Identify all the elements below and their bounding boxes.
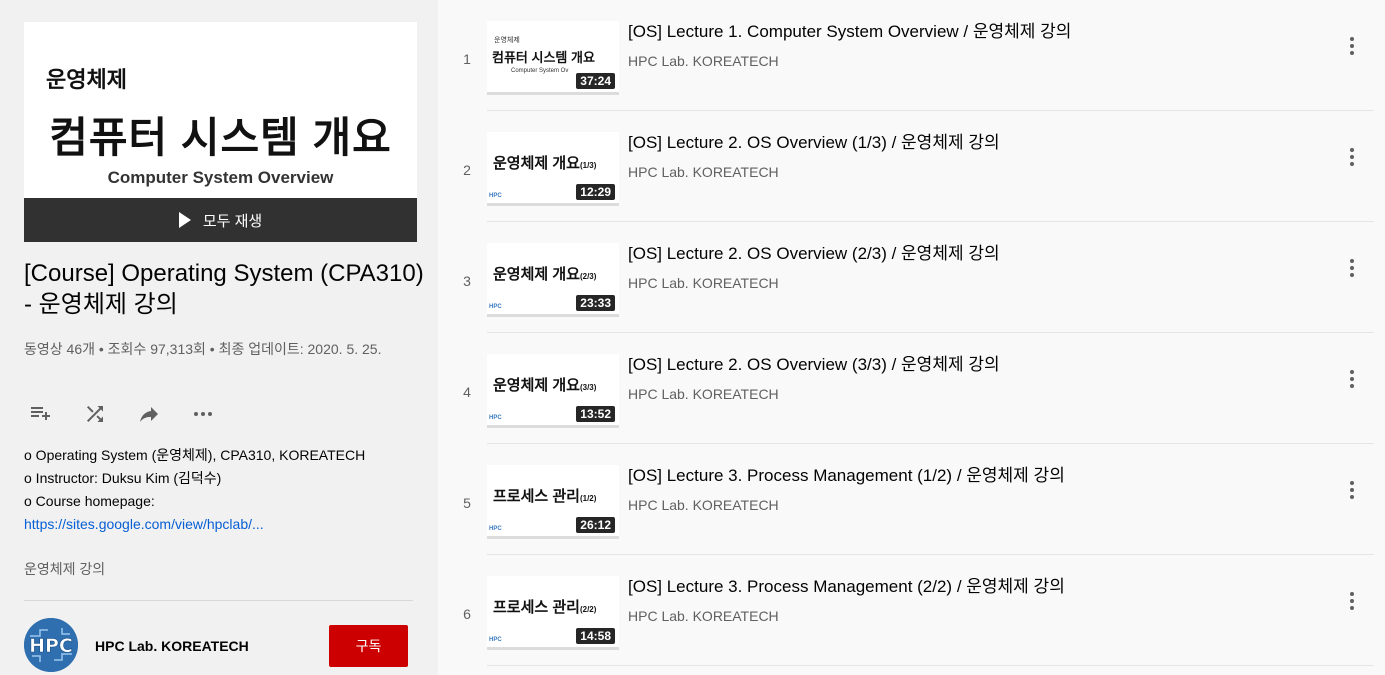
video-title[interactable]: [OS] Lecture 1. Computer System Overview… [628,20,1071,44]
video-index: 2 [463,162,471,178]
description-line: o Course homepage: [24,493,155,509]
video-thumbnail[interactable]: 프로세스 관리(1/2) HPC 26:12 [487,465,619,539]
video-index: 4 [463,384,471,400]
thumb-title-text: 운영체제 개요(1/3) [493,155,597,172]
hpc-logo-icon: HPC [24,618,78,672]
duration-badge: 12:29 [576,184,615,200]
thumb-badge: HPC [489,526,502,532]
duration-badge: 13:52 [576,406,615,422]
video-thumbnail[interactable]: 프로세스 관리(2/2) HPC 14:58 [487,576,619,650]
more-vert-icon[interactable] [1340,256,1364,280]
video-channel[interactable]: HPC Lab. KOREATECH [628,164,779,180]
duration-badge: 26:12 [576,517,615,533]
list-item[interactable]: 1 운영체제 컴퓨터 시스템 개요 Computer System Ov 37:… [449,0,1374,111]
divider [487,665,1374,666]
more-vert-icon[interactable] [1340,145,1364,169]
list-item[interactable]: 6 프로세스 관리(2/2) HPC 14:58 [OS] Lecture 3.… [449,555,1374,666]
thumb-title-text: 프로세스 관리(1/2) [493,488,597,505]
hero-title: 컴퓨터 시스템 개요 [49,114,392,161]
thumb-badge: HPC [489,193,502,199]
add-to-queue-button[interactable] [24,400,58,428]
video-title[interactable]: [OS] Lecture 3. Process Management (1/2)… [628,464,1065,488]
video-channel[interactable]: HPC Lab. KOREATECH [628,497,779,513]
more-horiz-icon [194,412,212,416]
play-all-button[interactable]: 모두 재생 [24,198,417,242]
playlist-stats: 동영상 46개 • 조회수 97,313회 • 최종 업데이트: 2020. 5… [24,341,382,357]
thumb-small-text: 운영체제 [494,37,520,44]
thumb-title-text: 운영체제 개요(3/3) [493,377,597,394]
share-button[interactable] [132,400,166,428]
playlist-sidebar: 운영체제 컴퓨터 시스템 개요 Computer System Overview… [0,0,438,675]
playlist-actions [24,400,220,428]
video-channel[interactable]: HPC Lab. KOREATECH [628,608,779,624]
playlist-tag: 운영체제 강의 [24,561,106,577]
playlist-thumbnail[interactable]: 운영체제 컴퓨터 시스템 개요 Computer System Overview… [24,22,417,242]
video-index: 3 [463,273,471,289]
avatar-text: HPC [29,635,73,657]
video-index: 1 [463,51,471,67]
video-channel[interactable]: HPC Lab. KOREATECH [628,386,779,402]
thumb-badge: HPC [489,304,502,310]
list-item[interactable]: 5 프로세스 관리(1/2) HPC 26:12 [OS] Lecture 3.… [449,444,1374,555]
thumb-badge: HPC [489,637,502,643]
thumb-badge: HPC [489,415,502,421]
playlist-owner: HPC HPC Lab. KOREATECH 구독 [24,618,414,674]
more-vert-icon[interactable] [1340,589,1364,613]
playlist-title[interactable]: [Course] Operating System (CPA310) - 운영체… [24,258,424,320]
video-thumbnail[interactable]: 운영체제 개요(3/3) HPC 13:52 [487,354,619,428]
thumb-title-text: 프로세스 관리(2/2) [493,599,597,616]
list-item[interactable]: 2 운영체제 개요(1/3) HPC 12:29 [OS] Lecture 2.… [449,111,1374,222]
playlist-video-list: 1 운영체제 컴퓨터 시스템 개요 Computer System Ov 37:… [449,0,1385,675]
hero-english-title: Computer System Overview [107,168,334,187]
duration-badge: 37:24 [576,73,615,89]
description-line: o Instructor: Duksu Kim (김덕수) [24,470,222,486]
course-homepage-link[interactable]: https://sites.google.com/view/hpclab/... [24,513,414,536]
video-index: 5 [463,495,471,511]
video-channel[interactable]: HPC Lab. KOREATECH [628,275,779,291]
add-to-queue-icon [31,407,50,420]
owner-name[interactable]: HPC Lab. KOREATECH [95,638,249,654]
avatar[interactable]: HPC [24,618,78,672]
duration-badge: 14:58 [576,628,615,644]
video-thumbnail[interactable]: 운영체제 개요(2/3) HPC 23:33 [487,243,619,317]
thumb-title-text: 운영체제 개요(2/3) [493,266,597,283]
shuffle-button[interactable] [78,400,112,428]
video-title[interactable]: [OS] Lecture 2. OS Overview (1/3) / 운영체제… [628,131,1000,155]
video-thumbnail[interactable]: 운영체제 컴퓨터 시스템 개요 Computer System Ov 37:24 [487,21,619,95]
video-index: 6 [463,606,471,622]
share-icon [140,407,158,422]
divider [24,600,413,601]
duration-badge: 23:33 [576,295,615,311]
play-icon [178,212,191,228]
thumb-title-text: 컴퓨터 시스템 개요 [492,50,595,65]
play-all-label: 모두 재생 [202,212,263,230]
list-item[interactable]: 4 운영체제 개요(3/3) HPC 13:52 [OS] Lecture 2.… [449,333,1374,444]
shuffle-icon [87,406,103,422]
subscribe-button[interactable]: 구독 [329,625,408,667]
list-item[interactable]: 3 운영체제 개요(2/3) HPC 23:33 [OS] Lecture 2.… [449,222,1374,333]
more-vert-icon[interactable] [1340,34,1364,58]
thumb-subtitle-text: Computer System Ov [511,68,569,74]
video-title[interactable]: [OS] Lecture 3. Process Management (2/2)… [628,575,1065,599]
more-vert-icon[interactable] [1340,367,1364,391]
video-title[interactable]: [OS] Lecture 2. OS Overview (2/3) / 운영체제… [628,242,1000,266]
more-actions-button[interactable] [186,400,220,428]
playlist-description: o Operating System (운영체제), CPA310, KOREA… [24,444,414,536]
description-line: o Operating System (운영체제), CPA310, KOREA… [24,447,366,463]
video-title[interactable]: [OS] Lecture 2. OS Overview (3/3) / 운영체제… [628,353,1000,377]
video-thumbnail[interactable]: 운영체제 개요(1/3) HPC 12:29 [487,132,619,206]
hero-subtitle: 운영체제 [46,67,127,92]
more-vert-icon[interactable] [1340,478,1364,502]
video-channel[interactable]: HPC Lab. KOREATECH [628,53,779,69]
